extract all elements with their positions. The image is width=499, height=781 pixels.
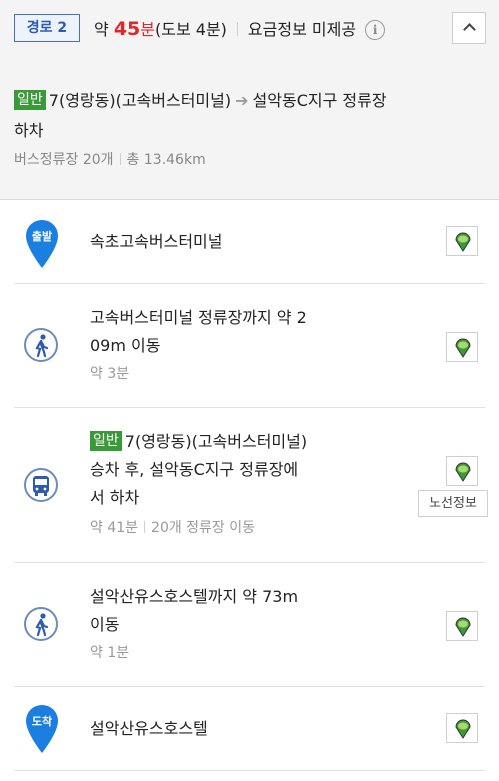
divider: [119, 153, 121, 165]
walk-2-text: 설악산유스호스텔까지 약 73m 이동 약 1분: [90, 583, 380, 663]
step-bus[interactable]: 일반 7(영랑동)(고속버스터미널) 승차 후, 설악동C지구 정류장에 서 하차…: [14, 408, 488, 563]
walk-1-duration: 약 3분: [90, 366, 130, 382]
divider: [144, 521, 146, 533]
route-summary: 약 45분(도보 4분) 요금정보 미제공 i: [94, 16, 386, 42]
step-walk-1[interactable]: 고속버스터미널 정류장까지 약 2 09m 이동 약 3분: [14, 284, 485, 408]
total-distance: 총 13.46km: [126, 152, 206, 168]
walk-2-duration: 약 1분: [90, 645, 130, 661]
bus-step-line1: 일반 7(영랑동)(고속버스터미널): [90, 428, 390, 456]
map-marker-icon: [455, 338, 471, 358]
walk-1-line1: 고속버스터미널 정류장까지 약 2: [90, 308, 307, 327]
bus-line-summary: 일반 7(영랑동)(고속버스터미널) ➔ 설악동C지구 정류장 하차: [14, 86, 484, 146]
bus-type-tag: 일반: [14, 90, 46, 110]
start-badge: 출발: [32, 229, 52, 243]
route-badge[interactable]: 경로 2: [14, 14, 80, 42]
end-badge: 도착: [32, 714, 52, 728]
step-end[interactable]: 도착 설악산유스호스텔: [14, 687, 485, 771]
bus-step-line2: 승차 후, 설악동C지구 정류장에: [90, 460, 299, 479]
bus-icon: [24, 468, 58, 502]
map-marker-icon: [455, 462, 471, 482]
map-marker-icon: [455, 617, 471, 637]
walk-2-line2: 이동: [90, 615, 120, 634]
map-marker-button[interactable]: [446, 713, 478, 743]
map-marker-button[interactable]: [446, 226, 478, 256]
route-header: 경로 2 약 45분(도보 4분) 요금정보 미제공 i 일반 7(영랑동)(고속버…: [0, 0, 499, 200]
step-start[interactable]: 출발 속초고속버스터미널: [14, 200, 485, 284]
chevron-up-icon: [463, 23, 476, 36]
walk-2-line1: 설악산유스호스텔까지 약 73m: [90, 587, 299, 606]
bus-step-text: 일반 7(영랑동)(고속버스터미널) 승차 후, 설악동C지구 정류장에 서 하차…: [90, 428, 390, 538]
walk-1-text: 고속버스터미널 정류장까지 약 2 09m 이동 약 3분: [90, 304, 380, 384]
bus-step-line3: 서 하차: [90, 488, 140, 507]
stop-count: 버스정류장 20개: [14, 152, 114, 168]
time-prefix: 약: [94, 20, 114, 39]
time-value: 45: [113, 18, 141, 40]
info-icon[interactable]: i: [365, 20, 386, 40]
arrow-right-icon: ➔: [235, 91, 249, 110]
start-title: 속초고속버스터미널: [90, 232, 223, 251]
bus-duration: 약 41분: [90, 520, 139, 536]
map-marker-button[interactable]: [446, 611, 478, 641]
map-marker-icon: [455, 719, 471, 739]
end-title: 설악산유스호스텔: [90, 719, 208, 738]
divider: [236, 22, 238, 36]
walk-time: (도보 4분): [155, 20, 227, 39]
bus-step-route: 7(영랑동)(고속버스터미널): [124, 432, 308, 451]
walk-icon: [24, 328, 58, 362]
time-unit: 분: [140, 20, 155, 39]
bus-destination: 설악동C지구 정류장: [252, 91, 387, 110]
walk-icon: [24, 607, 58, 641]
map-marker-button[interactable]: [446, 332, 478, 362]
collapse-button[interactable]: [452, 12, 486, 44]
location-pin-icon: 출발: [24, 218, 60, 274]
route-meta: 버스정류장 20개 총 13.46km: [14, 149, 206, 171]
fare-info: 요금정보 미제공: [247, 20, 357, 39]
map-marker-icon: [455, 232, 471, 252]
bus-action: 하차: [14, 121, 44, 140]
walk-1-line2: 09m 이동: [90, 336, 161, 355]
bus-type-tag: 일반: [90, 431, 122, 451]
step-walk-2[interactable]: 설악산유스호스텔까지 약 73m 이동 약 1분: [14, 563, 485, 687]
bus-line-name: 7(영랑동)(고속버스터미널): [48, 91, 232, 110]
bus-step-meta: 약 41분 20개 정류장 이동: [90, 518, 390, 538]
route-info-button[interactable]: 노선정보: [418, 490, 488, 517]
map-marker-button[interactable]: [446, 456, 478, 486]
bus-stop-count: 20개 정류장 이동: [151, 520, 256, 536]
location-pin-icon: 도착: [24, 703, 60, 759]
